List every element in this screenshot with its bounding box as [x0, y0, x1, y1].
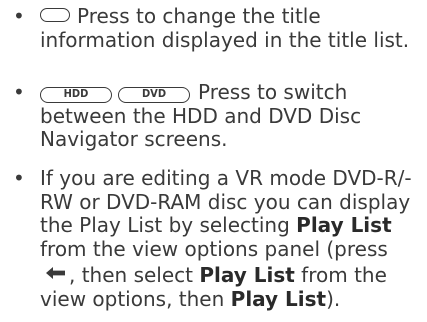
blank-rounded-button-icon	[40, 8, 70, 22]
left-arrow-icon	[46, 261, 65, 285]
item1-text: Press to change the title information di…	[40, 4, 410, 52]
play-list-keyword: Play List	[199, 263, 295, 287]
item3-text-e: ).	[326, 286, 341, 311]
bullet-point: •	[13, 80, 25, 104]
play-list-keyword: Play List	[230, 286, 327, 311]
bullet-item-hdd-dvd-switch: • HDD DVD Press to switch between the HDD …	[0, 80, 427, 152]
item3-text-c: , then select	[69, 263, 200, 287]
item3-text-b: from the view options panel (press	[40, 236, 388, 261]
hdd-button-icon: HDD	[40, 87, 112, 103]
bullet-point: •	[13, 4, 25, 28]
bullet-point: •	[13, 166, 25, 190]
play-list-keyword: Play List	[296, 213, 392, 237]
dvd-button-icon: DVD	[118, 87, 190, 103]
bullet-item-play-list: • If you are editing a VR mode DVD-R/-RW…	[0, 166, 427, 311]
bullet-item-title-info: • Press to change the title information …	[0, 4, 427, 52]
